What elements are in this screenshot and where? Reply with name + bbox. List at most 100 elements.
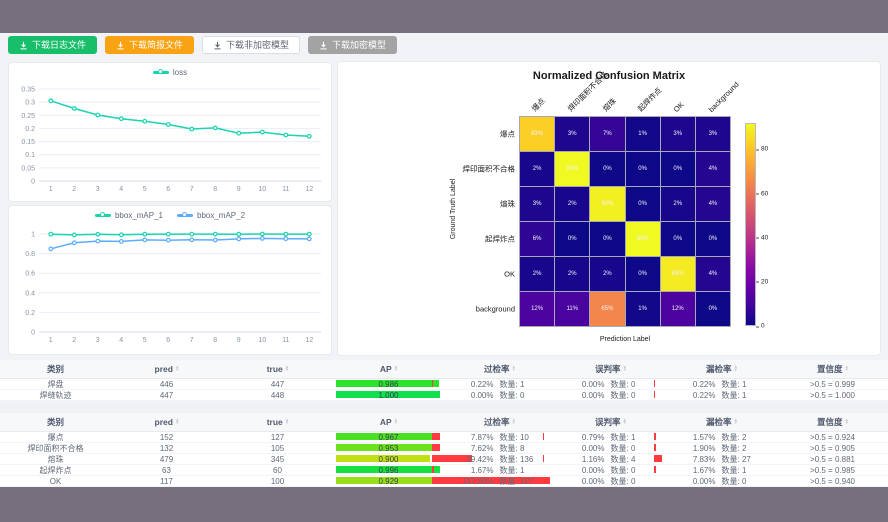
download-log-button[interactable]: 下载日志文件: [8, 36, 97, 54]
svg-text:4: 4: [119, 186, 123, 193]
column-header-pred[interactable]: pred▴▾: [111, 413, 222, 432]
sort-icon[interactable]: ▴▾: [395, 366, 398, 372]
svg-text:12: 12: [305, 186, 313, 193]
svg-text:1: 1: [49, 186, 53, 193]
matrix-cell: 2%: [555, 257, 589, 291]
colorbar-tick: 40: [761, 234, 768, 241]
cell-ap: 0.986: [333, 379, 444, 390]
sort-icon[interactable]: ▴▾: [286, 366, 289, 372]
cell-ap: 0.929: [333, 476, 444, 487]
matrix-cell: 11%: [555, 292, 589, 326]
download-log-label: 下载日志文件: [32, 41, 86, 50]
sort-icon[interactable]: ▴▾: [846, 366, 849, 372]
cell-rate: 1.90%数量: 2: [666, 443, 777, 454]
matrix-cell: 3%: [661, 117, 695, 151]
rate-databar: [432, 380, 433, 387]
legend-marker: [177, 214, 193, 217]
matrix-row-label: background: [476, 304, 515, 313]
column-header-误判率[interactable]: 误判率▴▾: [555, 360, 666, 379]
confusion-matrix-xlabel: Prediction Label: [519, 336, 731, 343]
column-header-误判率[interactable]: 误判率▴▾: [555, 413, 666, 432]
matrix-cell: 7%: [590, 117, 624, 151]
svg-text:0.2: 0.2: [25, 126, 35, 133]
matrix-cell: 12%: [661, 292, 695, 326]
matrix-column-label: background: [706, 80, 740, 114]
column-header-过检率[interactable]: 过检率▴▾: [444, 360, 555, 379]
cell-rate: 1.67%数量: 1: [444, 465, 555, 476]
column-header-置信度[interactable]: 置信度▴▾: [777, 360, 888, 379]
column-header-true[interactable]: true▴▾: [222, 360, 333, 379]
sort-icon[interactable]: ▴▾: [395, 419, 398, 425]
colorbar-tick: 80: [761, 146, 768, 153]
matrix-cell: 93%: [626, 222, 660, 256]
column-header-漏检率[interactable]: 漏检率▴▾: [666, 413, 777, 432]
svg-text:0.1: 0.1: [25, 152, 35, 159]
confusion-matrix-card: Normalized Confusion Matrix Ground Truth…: [337, 61, 881, 356]
cell-pred: 446: [111, 379, 222, 390]
column-header-AP[interactable]: AP▴▾: [333, 360, 444, 379]
map-chart-card: bbox_mAP_1bbox_mAP_2 00.20.40.60.8112345…: [8, 205, 332, 355]
sort-icon[interactable]: ▴▾: [286, 419, 289, 425]
column-header-true[interactable]: true▴▾: [222, 413, 333, 432]
dashboard-screen: 下载日志文件 下载简报文件 下载非加密模型 下载加密模型 loss 00.050…: [0, 0, 888, 522]
cell-pred: 117: [111, 476, 222, 487]
cell-rate: 0.00%数量: 0: [666, 476, 777, 487]
matrix-cell: 0%: [590, 152, 624, 186]
svg-text:0.2: 0.2: [25, 310, 35, 317]
cell-rate: 39.42%数量: 136: [444, 454, 555, 465]
colorbar: [745, 123, 756, 326]
matrix-cell: 2%: [590, 257, 624, 291]
svg-text:0.25: 0.25: [21, 113, 35, 120]
cell-rate: 0.00%数量: 0: [555, 443, 666, 454]
svg-text:7: 7: [190, 186, 194, 193]
download-encrypted-model-button[interactable]: 下载加密模型: [308, 36, 397, 54]
cell-true: 448: [222, 390, 333, 401]
cell-ap: 0.996: [333, 465, 444, 476]
cell-confidence: >0.5 = 0.940: [777, 476, 888, 487]
sort-icon[interactable]: ▴▾: [513, 366, 516, 372]
sort-icon[interactable]: ▴▾: [176, 366, 179, 372]
cell-confidence: >0.5 = 0.999: [777, 379, 888, 390]
download-report-button[interactable]: 下载简报文件: [105, 36, 194, 54]
download-unencrypted-model-button[interactable]: 下载非加密模型: [202, 36, 300, 54]
svg-text:8: 8: [213, 186, 217, 193]
sort-icon[interactable]: ▴▾: [846, 419, 849, 425]
legend-item-bbox_mAP_1[interactable]: bbox_mAP_1: [95, 211, 163, 220]
sort-icon[interactable]: ▴▾: [735, 419, 738, 425]
sort-icon[interactable]: ▴▾: [513, 419, 516, 425]
svg-text:0.3: 0.3: [25, 100, 35, 107]
matrix-cell: 0%: [696, 222, 730, 256]
legend-marker: [95, 214, 111, 217]
column-header-过检率[interactable]: 过检率▴▾: [444, 413, 555, 432]
sort-icon[interactable]: ▴▾: [624, 419, 627, 425]
cell-rate: 1.67%数量: 1: [666, 465, 777, 476]
column-header-置信度[interactable]: 置信度▴▾: [777, 413, 888, 432]
cell-true: 100: [222, 476, 333, 487]
download-report-label: 下载简报文件: [129, 41, 183, 50]
column-header-pred[interactable]: pred▴▾: [111, 360, 222, 379]
sort-icon[interactable]: ▴▾: [735, 366, 738, 372]
matrix-row-label: 起焊炸点: [485, 233, 515, 244]
legend-item-loss[interactable]: loss: [153, 68, 187, 77]
cell-true: 60: [222, 465, 333, 476]
cell-category: 焊印面积不合格: [0, 443, 111, 454]
matrix-cell: 83%: [520, 117, 554, 151]
svg-text:2: 2: [72, 186, 76, 193]
matrix-cell: 1%: [626, 117, 660, 151]
column-header-AP[interactable]: AP▴▾: [333, 413, 444, 432]
matrix-cell: 12%: [520, 292, 554, 326]
cell-true: 127: [222, 432, 333, 443]
svg-text:6: 6: [166, 186, 170, 193]
column-header-漏检率[interactable]: 漏检率▴▾: [666, 360, 777, 379]
svg-text:0.35: 0.35: [21, 87, 35, 94]
cell-confidence: >0.5 = 0.881: [777, 454, 888, 465]
matrix-row-label: 焊印面积不合格: [463, 164, 516, 175]
cell-rate: 0.00%数量: 0: [555, 465, 666, 476]
legend-item-bbox_mAP_2[interactable]: bbox_mAP_2: [177, 211, 245, 220]
cell-rate: 0.79%数量: 1: [555, 432, 666, 443]
matrix-cell: 2%: [555, 187, 589, 221]
sort-icon[interactable]: ▴▾: [176, 419, 179, 425]
sort-icon[interactable]: ▴▾: [624, 366, 627, 372]
download-icon: [116, 41, 125, 50]
cell-rate: 0.22%数量: 1: [666, 379, 777, 390]
